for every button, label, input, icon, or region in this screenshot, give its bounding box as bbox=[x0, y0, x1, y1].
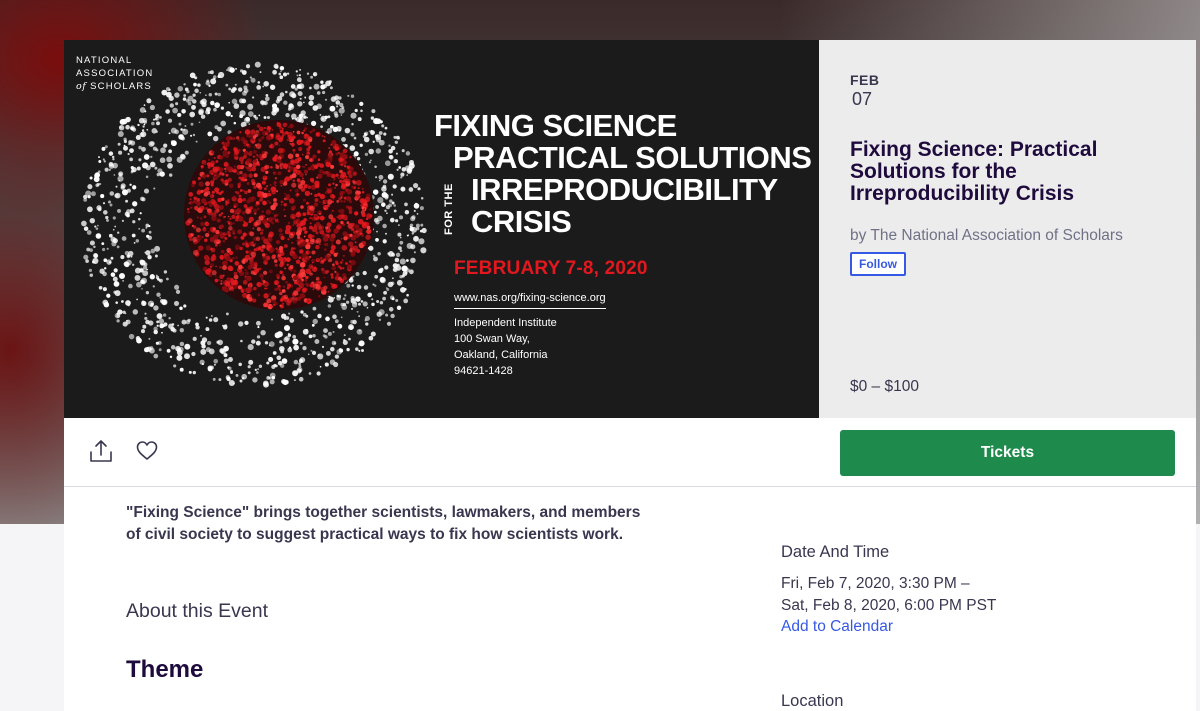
banner-for-the: FOR THE bbox=[443, 183, 455, 235]
location-heading: Location bbox=[781, 692, 844, 710]
event-title: Fixing Science: Practical Solutions for … bbox=[850, 138, 1098, 205]
banner-address: Independent Institute 100 Swan Way, Oakl… bbox=[454, 317, 557, 377]
tickets-button[interactable]: Tickets bbox=[840, 430, 1175, 476]
nas-logo: NATIONAL ASSOCIATION of SCHOLARS bbox=[76, 55, 154, 92]
event-summary-panel: FEB 07 Fixing Science: Practical Solutio… bbox=[819, 40, 1196, 418]
theme-heading: Theme bbox=[126, 656, 204, 683]
event-organizer: by The National Association of Scholars bbox=[850, 227, 1123, 244]
follow-button[interactable]: Follow bbox=[850, 252, 906, 276]
about-heading: About this Event bbox=[126, 600, 269, 622]
banner-title-line-3: IRREPRODUCIBILITY bbox=[471, 172, 778, 207]
event-description: "Fixing Science" brings together scienti… bbox=[126, 504, 641, 543]
banner-title-line-1: FIXING SCIENCE bbox=[434, 108, 677, 143]
banner-dates: FEBRUARY 7-8, 2020 bbox=[454, 258, 648, 279]
date-time-start: Fri, Feb 7, 2020, 3:30 PM – bbox=[781, 575, 970, 592]
banner-title-line-2: PRACTICAL SOLUTIONS bbox=[453, 140, 812, 175]
add-to-calendar-link[interactable]: Add to Calendar bbox=[781, 618, 893, 636]
event-day: 07 bbox=[852, 89, 873, 109]
date-time-heading: Date And Time bbox=[781, 543, 890, 561]
heart-icon[interactable] bbox=[134, 438, 160, 464]
banner-title-line-4: CRISIS bbox=[471, 204, 572, 239]
event-price: $0 – $100 bbox=[850, 378, 919, 395]
event-month: FEB bbox=[850, 72, 880, 88]
share-icon[interactable] bbox=[88, 438, 114, 464]
particle-sphere-art bbox=[81, 61, 427, 388]
date-time-end: Sat, Feb 8, 2020, 6:00 PM PST bbox=[781, 597, 997, 614]
event-banner: NATIONAL ASSOCIATION of SCHOLARS FIXING … bbox=[64, 40, 819, 418]
banner-url: www.nas.org/fixing-science.org bbox=[454, 292, 606, 309]
action-bar: Tickets bbox=[64, 418, 1196, 487]
